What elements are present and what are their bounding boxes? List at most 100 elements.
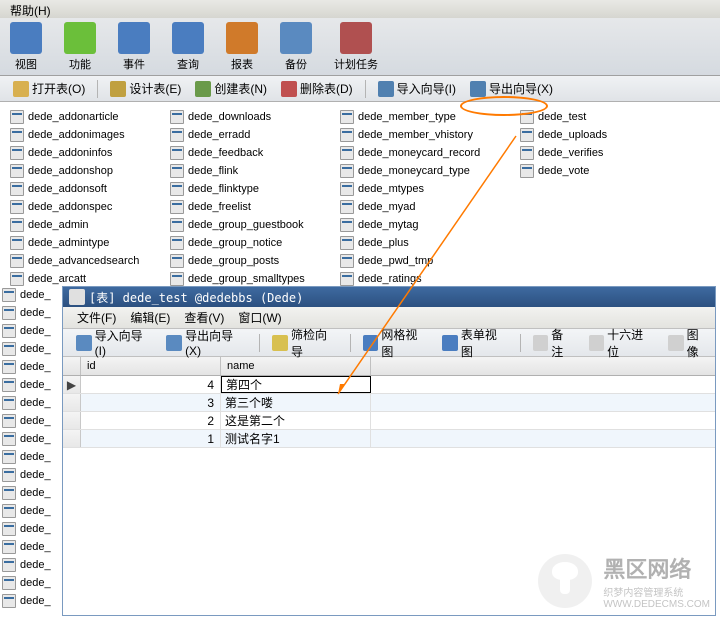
table-item[interactable]: dede_myad [338,198,508,215]
toolbar-视图[interactable]: 视图 [10,22,42,72]
grid-row[interactable]: 1测试名字1 [63,430,715,448]
delete-table-button[interactable]: 删除表(D) [276,78,358,99]
cell-name[interactable]: 测试名字1 [221,430,371,447]
table-item[interactable]: dede_addonspec [8,198,158,215]
table-item[interactable]: dede_mtypes [338,180,508,197]
table-item[interactable]: dede_ [0,574,60,592]
table-item[interactable]: dede_test [518,108,668,125]
table-item[interactable]: dede_ [0,556,60,574]
toolbar-备份[interactable]: 备份 [280,22,312,72]
table-item[interactable]: dede_ [0,394,60,412]
table-item[interactable]: dede_plus [338,234,508,251]
table-item[interactable]: dede_moneycard_type [338,162,508,179]
table-item[interactable]: dede_flinktype [168,180,328,197]
sub-menu-view[interactable]: 查看(V) [178,309,230,326]
data-grid[interactable]: id name ▶4第四个3第三个喽2这是第二个1测试名字1 [63,357,715,448]
table-item[interactable]: dede_ [0,340,60,358]
toolbar-事件[interactable]: 事件 [118,22,150,72]
table-item[interactable]: dede_ [0,430,60,448]
sub-export-button[interactable]: 导出向导(X) [161,325,252,360]
cell-id[interactable]: 4 [81,376,221,393]
sub-form-view-button[interactable]: 表单视图 [437,324,512,362]
sub-import-button[interactable]: 导入向导(I) [71,325,157,360]
table-item[interactable]: dede_ [0,322,60,340]
table-item[interactable]: dede_ [0,466,60,484]
grid-row[interactable]: 3第三个喽 [63,394,715,412]
table-item[interactable]: dede_addonimages [8,126,158,143]
sub-menu-edit[interactable]: 编辑(E) [124,309,176,326]
sub-menu-file[interactable]: 文件(F) [71,309,122,326]
table-item[interactable]: dede_addonsoft [8,180,158,197]
table-item[interactable]: dede_advancedsearch [8,252,158,269]
cell-id[interactable]: 2 [81,412,221,429]
export-wizard-button[interactable]: 导出向导(X) [465,78,558,99]
col-name-header[interactable]: name [221,357,371,375]
table-item[interactable]: dede_ [0,484,60,502]
table-item[interactable]: dede_erradd [168,126,328,143]
table-item[interactable]: dede_verifies [518,144,668,161]
sub-grid-view-button[interactable]: 网格视图 [358,324,433,362]
table-item[interactable]: dede_uploads [518,126,668,143]
toolbar-查询[interactable]: 查询 [172,22,204,72]
table-item[interactable]: dede_moneycard_record [338,144,508,161]
table-item[interactable]: dede_ [0,412,60,430]
table-item[interactable]: dede_group_notice [168,234,328,251]
table-item[interactable]: dede_admin [8,216,158,233]
toolbar-功能[interactable]: 功能 [64,22,96,72]
table-item[interactable]: dede_member_type [338,108,508,125]
grid-row[interactable]: 2这是第二个 [63,412,715,430]
table-item[interactable]: dede_ratings [338,270,508,287]
table-item[interactable]: dede_group_posts [168,252,328,269]
table-item[interactable]: dede_group_guestbook [168,216,328,233]
table-item[interactable]: dede_ [0,376,60,394]
table-item[interactable]: dede_ [0,520,60,538]
table-item[interactable]: dede_flink [168,162,328,179]
table-item[interactable]: dede_ [0,538,60,556]
row-selector[interactable] [63,394,81,411]
cell-name[interactable]: 这是第二个 [221,412,371,429]
sub-hex-button[interactable]: 十六进位 [584,324,659,362]
row-selector[interactable] [63,430,81,447]
grid-row[interactable]: ▶4第四个 [63,376,715,394]
toolbar-报表[interactable]: 报表 [226,22,258,72]
table-item[interactable]: dede_ [0,502,60,520]
toolbar-计划任务[interactable]: 计划任务 [334,22,378,72]
table-item[interactable]: dede_admintype [8,234,158,251]
table-item[interactable]: dede_arcatt [8,270,158,287]
cell-id[interactable]: 1 [81,430,221,447]
row-selector[interactable]: ▶ [63,376,81,393]
table-item[interactable]: dede_freelist [168,198,328,215]
table-item[interactable]: dede_ [0,592,60,610]
table-item[interactable]: dede_vote [518,162,668,179]
table-item[interactable]: dede_downloads [168,108,328,125]
table-item[interactable]: dede_group_smalltypes [168,270,328,287]
table-item[interactable]: dede_ [0,448,60,466]
import-wizard-button[interactable]: 导入向导(I) [373,78,461,99]
table-item-label: dede_vote [538,165,589,177]
sub-memo-button[interactable]: 备注 [528,324,580,362]
table-item[interactable]: dede_addonarticle [8,108,158,125]
toolbar-label: 备份 [285,56,307,72]
cell-name[interactable]: 第三个喽 [221,394,371,411]
open-table-button[interactable]: 打开表(O) [8,78,90,99]
table-item[interactable]: dede_addonshop [8,162,158,179]
menu-help[interactable]: 帮助(H) [4,0,57,21]
col-id-header[interactable]: id [81,357,221,375]
table-item[interactable]: dede_member_vhistory [338,126,508,143]
cell-id[interactable]: 3 [81,394,221,411]
table-item[interactable]: dede_mytag [338,216,508,233]
table-item[interactable]: dede_ [0,358,60,376]
sub-filter-button[interactable]: 筛检向导 [267,324,342,362]
table-item[interactable]: dede_addoninfos [8,144,158,161]
row-selector[interactable] [63,412,81,429]
table-icon [170,272,184,286]
design-table-button[interactable]: 设计表(E) [105,78,186,99]
create-table-button[interactable]: 创建表(N) [190,78,272,99]
table-item-label: dede_member_vhistory [358,129,473,141]
table-item[interactable]: dede_pwd_tmp [338,252,508,269]
table-item[interactable]: dede_ [0,304,60,322]
cell-name[interactable]: 第四个 [221,376,371,393]
sub-image-button[interactable]: 图像 [663,324,715,362]
table-item[interactable]: dede_feedback [168,144,328,161]
table-item[interactable]: dede_ [0,286,60,304]
